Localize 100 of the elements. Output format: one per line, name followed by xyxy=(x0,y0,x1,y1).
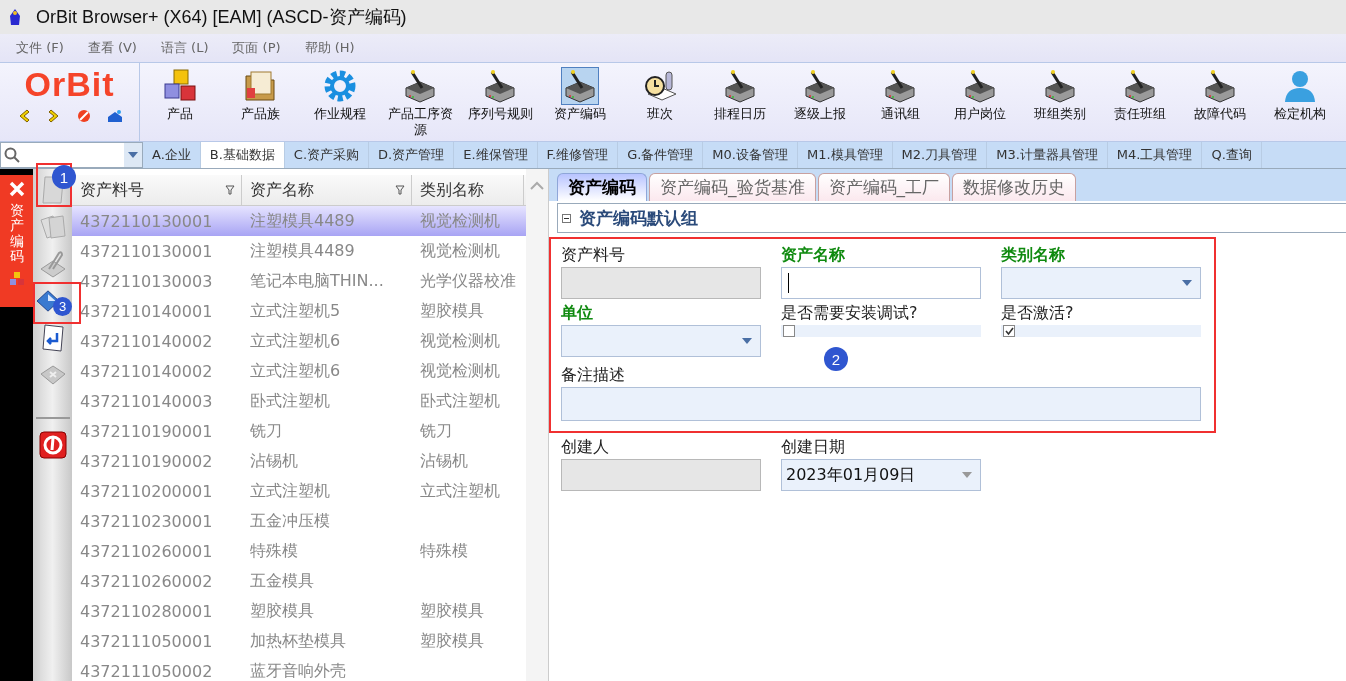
toolbar-button[interactable]: 检定机构 xyxy=(1260,63,1340,141)
module-tab[interactable]: M3.计量器具管理 xyxy=(987,142,1108,168)
module-tab[interactable]: C.资产采购 xyxy=(284,142,370,168)
table-cell-text: 4372110130001 xyxy=(79,211,214,231)
cubes-icon xyxy=(8,270,25,287)
list-row[interactable]: 4372110140001 立式注塑机5 塑胶模具 xyxy=(72,296,526,326)
group-header[interactable]: 资产编码默认组 xyxy=(557,203,1346,233)
list-row[interactable]: 4372110280001 塑胶模具 塑胶模具 xyxy=(72,596,526,626)
machine-icon xyxy=(482,68,518,104)
table-cell-text: 4372110260001 xyxy=(79,541,214,561)
table-cell-text: 视觉检测机 xyxy=(419,210,501,232)
module-tab[interactable]: D.资产管理 xyxy=(369,142,455,168)
list-row[interactable]: 4372111050001 加热杯垫模具 塑胶模具 xyxy=(72,626,526,656)
toolbar-button[interactable]: 产品族 xyxy=(220,63,300,141)
menu-item[interactable]: 文件 (F) xyxy=(8,39,72,57)
menu-item[interactable]: 查看 (V) xyxy=(79,39,145,57)
list-row[interactable]: 4372110140002 立式注塑机6 视觉检测机 xyxy=(72,326,526,356)
machine-icon xyxy=(882,68,918,104)
list-row[interactable]: 4372110130001 注塑模具4489 视觉检测机 xyxy=(72,236,526,266)
collapse-icon[interactable] xyxy=(562,213,571,223)
text-field[interactable] xyxy=(561,459,761,491)
menu-item[interactable]: 语言 (L) xyxy=(152,39,217,57)
module-tab[interactable]: M1.模具管理 xyxy=(797,142,893,168)
power-icon[interactable] xyxy=(37,430,68,460)
toolbar-button[interactable]: 用户岗位 xyxy=(940,63,1020,141)
text-field[interactable] xyxy=(781,267,981,299)
table-cell-text: 视觉检测机 xyxy=(419,330,501,352)
dropdown-arrow-icon[interactable] xyxy=(128,152,138,158)
forward-arrow-icon[interactable] xyxy=(46,109,61,123)
module-tab[interactable]: M0.设备管理 xyxy=(703,142,798,168)
toolbar-button[interactable]: 序列号规则 xyxy=(460,63,540,141)
scrollbar[interactable] xyxy=(526,169,548,681)
field-label: 是否激活? xyxy=(1001,302,1075,324)
list-row[interactable]: 4372110190002 沾锡机 沾锡机 xyxy=(72,446,526,476)
dropdown-field[interactable] xyxy=(1001,267,1201,299)
toolbar-button[interactable]: 班次 xyxy=(620,63,700,141)
toolbar-button[interactable]: 通讯组 xyxy=(860,63,940,141)
table-cell-text: 4372110140003 xyxy=(79,391,214,411)
module-tab[interactable]: M4.工具管理 xyxy=(1107,142,1203,168)
search-icon xyxy=(4,147,20,163)
filter-icon[interactable] xyxy=(225,185,235,195)
module-tab[interactable]: Q.查询 xyxy=(1202,142,1262,168)
memo-field[interactable] xyxy=(561,387,1201,421)
filter-icon[interactable] xyxy=(395,185,405,195)
toolbar-button[interactable]: 资产编码 xyxy=(540,63,620,141)
toolbar-button[interactable]: 排程日历 xyxy=(700,63,780,141)
list-row[interactable]: 4372110190001 铣刀 铣刀 xyxy=(72,416,526,446)
list-row[interactable]: 4372110260002 五金模具 xyxy=(72,566,526,596)
dropdown-field[interactable] xyxy=(561,325,761,357)
toolbar-button[interactable]: 故障代码 xyxy=(1180,63,1260,141)
checkbox[interactable] xyxy=(783,325,795,337)
text-field[interactable] xyxy=(561,267,761,299)
column-header[interactable]: 类别名称 xyxy=(412,175,524,205)
machine-icon xyxy=(1122,68,1158,104)
checkbox[interactable] xyxy=(1003,325,1015,337)
dropdown-field[interactable]: 2023年01月09日 xyxy=(781,459,981,491)
table-cell-text: 光学仪器校准 xyxy=(419,270,517,292)
table-cell-text: 4372110230001 xyxy=(79,511,214,531)
list-row[interactable]: 4372111050002 蓝牙音响外壳 xyxy=(72,656,526,681)
toolbar-button[interactable]: 作业规程 xyxy=(300,63,380,141)
side-tab[interactable]: 资产编码 xyxy=(0,175,33,307)
list-row[interactable]: 4372110230001 五金冲压模 xyxy=(72,506,526,536)
toolbar-button[interactable]: 责任班组 xyxy=(1100,63,1180,141)
toolbar-button[interactable]: 产品 xyxy=(140,63,220,141)
paperclip-icon[interactable] xyxy=(38,249,67,279)
column-header[interactable]: 资产名称 xyxy=(242,175,412,205)
table-cell-text: 4372111050001 xyxy=(79,631,214,651)
list-row[interactable]: 4372110140003 卧式注塑机 卧式注塑机 xyxy=(72,386,526,416)
list-row[interactable]: 4372110260001 特殊模 特殊模 xyxy=(72,536,526,566)
toolbar-button[interactable]: 班组类别 xyxy=(1020,63,1100,141)
list-row[interactable]: 4372110140002 立式注塑机6 视觉检测机 xyxy=(72,356,526,386)
form-tab[interactable]: 数据修改历史 xyxy=(952,173,1076,201)
home-icon[interactable] xyxy=(106,109,123,123)
list-row[interactable]: 4372110130003 笔记本电脑THIN... 光学仪器校准 xyxy=(72,266,526,296)
search-field[interactable] xyxy=(0,142,143,168)
form-tab[interactable]: 资产编码_工厂 xyxy=(817,173,950,201)
menu-item[interactable]: 页面 (P) xyxy=(224,39,289,57)
module-tab[interactable]: E.维保管理 xyxy=(454,142,538,168)
table-cell-text: 4372111050002 xyxy=(79,661,214,681)
table-cell-text: 4372110140001 xyxy=(79,301,214,321)
scroll-up-icon[interactable] xyxy=(530,181,544,190)
app-icon xyxy=(8,8,22,26)
module-tab[interactable]: F.维修管理 xyxy=(537,142,619,168)
module-tab[interactable]: A.企业 xyxy=(143,142,201,168)
field-label: 单位 xyxy=(561,302,594,324)
table-cell-text: 铣刀 xyxy=(249,420,283,442)
form-tab[interactable]: 资产编码 xyxy=(557,173,647,201)
module-tab[interactable]: G.备件管理 xyxy=(618,142,704,168)
menu-item[interactable]: 帮助 (H) xyxy=(296,39,363,57)
list-row[interactable]: 4372110200001 立式注塑机 立式注塑机 xyxy=(72,476,526,506)
table-cell-text: 4372110130001 xyxy=(79,241,214,261)
table-cell-text: 4372110260002 xyxy=(79,571,214,591)
close-icon[interactable] xyxy=(8,181,25,197)
toolbar-button[interactable]: 逐级上报 xyxy=(780,63,860,141)
module-tab[interactable]: M2.刀具管理 xyxy=(892,142,988,168)
form-tab[interactable]: 资产编码_验货基准 xyxy=(649,173,816,201)
stop-icon[interactable] xyxy=(76,109,91,123)
module-tab[interactable]: B.基础数据 xyxy=(200,142,285,168)
table-cell-text: 塑胶模具 xyxy=(249,600,315,622)
toolbar-button[interactable]: 产品工序资源 xyxy=(380,63,460,141)
